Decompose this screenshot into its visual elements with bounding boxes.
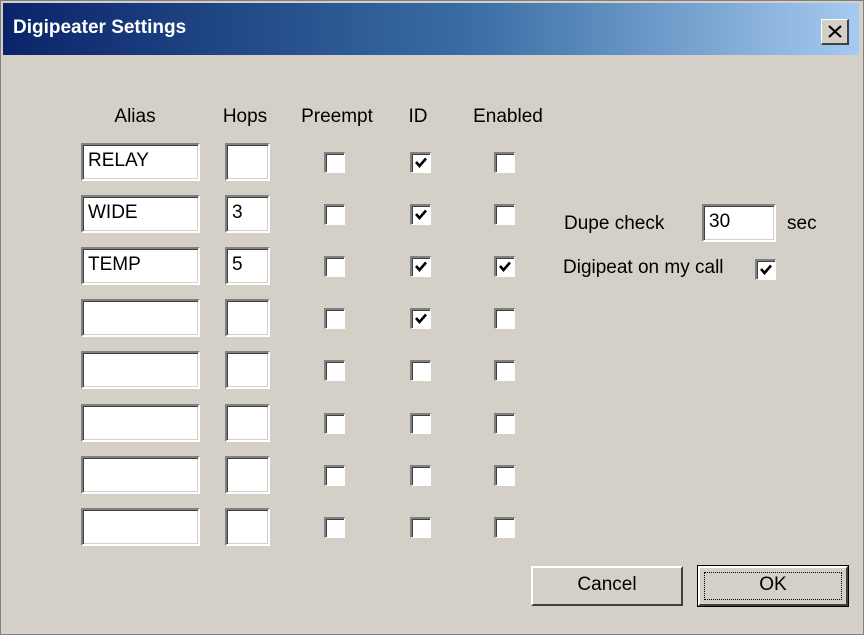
alias-input-3[interactable]: TEMP bbox=[81, 247, 200, 285]
enabled-checkbox-3[interactable] bbox=[494, 256, 515, 277]
id-checkbox-7[interactable] bbox=[410, 465, 431, 486]
enabled-checkbox-1[interactable] bbox=[494, 152, 515, 173]
hops-input-5[interactable] bbox=[225, 351, 270, 389]
column-header-hops: Hops bbox=[222, 106, 268, 127]
column-header-enabled: Enabled bbox=[473, 106, 543, 127]
id-checkbox-2[interactable] bbox=[410, 204, 431, 225]
preempt-checkbox-8[interactable] bbox=[324, 517, 345, 538]
alias-input-8[interactable] bbox=[81, 508, 200, 546]
hops-input-4[interactable] bbox=[225, 299, 270, 337]
hops-input-6[interactable] bbox=[225, 404, 270, 442]
enabled-checkbox-7[interactable] bbox=[494, 465, 515, 486]
checkmark-icon bbox=[499, 261, 511, 272]
alias-input-1[interactable]: RELAY bbox=[81, 143, 200, 181]
id-checkbox-5[interactable] bbox=[410, 360, 431, 381]
dupe-check-input[interactable]: 30 bbox=[702, 204, 776, 242]
preempt-checkbox-5[interactable] bbox=[324, 360, 345, 381]
cancel-button[interactable]: Cancel bbox=[531, 566, 683, 606]
checkmark-icon bbox=[415, 157, 427, 168]
dialog-title: Digipeater Settings bbox=[13, 17, 187, 38]
id-checkbox-4[interactable] bbox=[410, 308, 431, 329]
hops-input-7[interactable] bbox=[225, 456, 270, 494]
alias-input-4[interactable] bbox=[81, 299, 200, 337]
dupe-check-label: Dupe check bbox=[564, 213, 665, 234]
enabled-checkbox-5[interactable] bbox=[494, 360, 515, 381]
preempt-checkbox-7[interactable] bbox=[324, 465, 345, 486]
id-checkbox-6[interactable] bbox=[410, 413, 431, 434]
close-button[interactable] bbox=[821, 19, 849, 45]
enabled-checkbox-8[interactable] bbox=[494, 517, 515, 538]
checkmark-icon bbox=[415, 313, 427, 324]
checkmark-icon bbox=[415, 209, 427, 220]
hops-input-8[interactable] bbox=[225, 508, 270, 546]
title-bar[interactable]: Digipeater Settings bbox=[3, 3, 859, 55]
id-checkbox-8[interactable] bbox=[410, 517, 431, 538]
enabled-checkbox-6[interactable] bbox=[494, 413, 515, 434]
preempt-checkbox-2[interactable] bbox=[324, 204, 345, 225]
alias-input-7[interactable] bbox=[81, 456, 200, 494]
digipeat-on-my-call-checkbox[interactable] bbox=[755, 259, 776, 280]
id-checkbox-1[interactable] bbox=[410, 152, 431, 173]
preempt-checkbox-3[interactable] bbox=[324, 256, 345, 277]
column-header-id: ID bbox=[408, 106, 428, 127]
enabled-checkbox-2[interactable] bbox=[494, 204, 515, 225]
enabled-checkbox-4[interactable] bbox=[494, 308, 515, 329]
preempt-checkbox-1[interactable] bbox=[324, 152, 345, 173]
close-icon bbox=[828, 25, 842, 38]
digipeater-settings-dialog: Digipeater Settings Alias Hops Preempt I… bbox=[0, 0, 864, 635]
column-header-preempt: Preempt bbox=[301, 106, 373, 127]
hops-input-2[interactable]: 3 bbox=[225, 195, 270, 233]
alias-input-6[interactable] bbox=[81, 404, 200, 442]
alias-input-5[interactable] bbox=[81, 351, 200, 389]
ok-button[interactable]: OK bbox=[697, 565, 849, 607]
focus-rectangle bbox=[704, 572, 842, 600]
column-header-alias: Alias bbox=[114, 106, 156, 127]
hops-input-3[interactable]: 5 bbox=[225, 247, 270, 285]
alias-input-2[interactable]: WIDE bbox=[81, 195, 200, 233]
checkmark-icon bbox=[760, 264, 772, 275]
id-checkbox-3[interactable] bbox=[410, 256, 431, 277]
hops-input-1[interactable] bbox=[225, 143, 270, 181]
dupe-check-unit: sec bbox=[787, 213, 817, 234]
preempt-checkbox-6[interactable] bbox=[324, 413, 345, 434]
digipeat-on-my-call-label: Digipeat on my call bbox=[563, 257, 724, 278]
checkmark-icon bbox=[415, 261, 427, 272]
preempt-checkbox-4[interactable] bbox=[324, 308, 345, 329]
